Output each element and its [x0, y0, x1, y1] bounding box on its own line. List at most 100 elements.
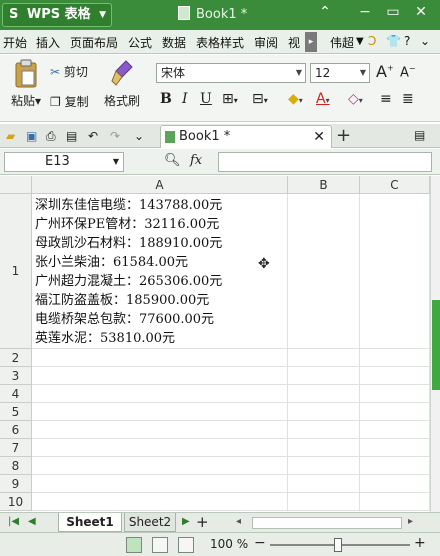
undo-icon[interactable]: ↶: [88, 129, 102, 143]
cell[interactable]: [360, 349, 430, 367]
menu-review[interactable]: 审阅: [254, 34, 278, 51]
chevron-down-icon[interactable]: ⌄: [134, 129, 148, 143]
cell[interactable]: [288, 439, 360, 457]
font-size-select[interactable]: 12 ▼: [310, 63, 370, 83]
row-header-10[interactable]: 10: [0, 493, 32, 511]
cell[interactable]: [32, 385, 288, 403]
cell-a1[interactable]: 深圳东佳信电缆：143788.00元 广州环保PE管材：32116.00元 母政…: [32, 194, 288, 349]
borders-icon[interactable]: ⊞▾: [222, 91, 238, 107]
grow-font-button[interactable]: A+: [376, 62, 394, 81]
cell[interactable]: [288, 493, 360, 511]
row-header-3[interactable]: 3: [0, 367, 32, 385]
menu-formulas[interactable]: 公式: [128, 34, 152, 51]
name-box[interactable]: E13 ▼: [4, 152, 124, 172]
menu-home[interactable]: 开始: [3, 34, 27, 51]
first-sheet-icon[interactable]: |◀: [8, 516, 19, 527]
ribbon-collapse-icon[interactable]: ⌃: [314, 4, 336, 20]
cell[interactable]: [288, 475, 360, 493]
copy-button[interactable]: ❐ 复制: [50, 93, 89, 110]
prev-sheet-icon[interactable]: ◀: [28, 516, 36, 527]
cell-c1[interactable]: [360, 194, 430, 349]
cell[interactable]: [360, 403, 430, 421]
menu-table-style[interactable]: 表格样式: [196, 34, 244, 51]
normal-view-icon[interactable]: [126, 537, 142, 553]
cell[interactable]: [360, 475, 430, 493]
zoom-out-icon[interactable]: −: [254, 535, 266, 551]
cell[interactable]: [32, 421, 288, 439]
row-header-4[interactable]: 4: [0, 385, 32, 403]
cell[interactable]: [360, 385, 430, 403]
bold-button[interactable]: B: [160, 91, 172, 107]
cell[interactable]: [360, 493, 430, 511]
sheet-tab-sheet1[interactable]: Sheet1: [58, 513, 122, 532]
maximize-button[interactable]: ▭: [382, 4, 404, 20]
insert-function-button[interactable]: fx: [190, 153, 202, 168]
menu-more-icon[interactable]: ▸: [305, 32, 317, 52]
minimize-button[interactable]: −: [354, 4, 376, 20]
tab-list-icon[interactable]: ▤: [414, 128, 425, 142]
align-left-icon[interactable]: ≡: [380, 91, 392, 107]
redo-icon[interactable]: ↷: [110, 129, 124, 143]
formula-input[interactable]: [218, 152, 432, 172]
cell[interactable]: [288, 385, 360, 403]
next-sheet-icon[interactable]: ▶: [182, 516, 190, 527]
print-preview-icon[interactable]: ▤: [66, 129, 80, 143]
menu-page-layout[interactable]: 页面布局: [70, 34, 118, 51]
row-header-2[interactable]: 2: [0, 349, 32, 367]
underline-button[interactable]: U: [200, 91, 212, 107]
sheet-tab-sheet2[interactable]: Sheet2: [124, 513, 176, 532]
column-header-b[interactable]: B: [288, 176, 360, 194]
cell[interactable]: [288, 367, 360, 385]
shirt-icon[interactable]: 👕: [386, 34, 401, 48]
column-header-a[interactable]: A: [32, 176, 288, 194]
menu-view[interactable]: 视: [288, 34, 300, 51]
format-painter-button[interactable]: 格式刷: [100, 59, 144, 109]
column-header-c[interactable]: C: [360, 176, 430, 194]
shrink-font-button[interactable]: A−: [400, 64, 416, 80]
horizontal-scrollbar[interactable]: [252, 517, 402, 529]
cell[interactable]: [32, 457, 288, 475]
cell[interactable]: [360, 439, 430, 457]
help-icon[interactable]: ?: [404, 34, 410, 48]
row-header-9[interactable]: 9: [0, 475, 32, 493]
italic-button[interactable]: I: [182, 91, 188, 107]
font-color-icon[interactable]: A▾: [316, 91, 330, 107]
paste-button[interactable]: 粘贴▾: [6, 59, 46, 109]
zoom-in-icon[interactable]: +: [414, 535, 426, 551]
cell[interactable]: [32, 367, 288, 385]
cell[interactable]: [32, 349, 288, 367]
close-tab-icon[interactable]: ✕: [313, 126, 325, 148]
cell[interactable]: [360, 457, 430, 475]
menu-data[interactable]: 数据: [162, 34, 186, 51]
vertical-scroll-thumb[interactable]: [432, 300, 440, 390]
cut-button[interactable]: ✂ 剪切: [50, 63, 88, 80]
fill-color-icon[interactable]: ◆▾: [288, 91, 303, 107]
page-break-view-icon[interactable]: [178, 537, 194, 553]
app-menu-button[interactable]: S WPS 表格 ▼: [2, 3, 112, 27]
user-name[interactable]: 伟超: [330, 34, 354, 51]
vertical-scrollbar[interactable]: [430, 176, 440, 512]
page-layout-view-icon[interactable]: [152, 537, 168, 553]
tab-book1[interactable]: Book1 * ✕: [160, 125, 332, 148]
chevron-down-icon[interactable]: ⌄: [420, 34, 430, 48]
zoom-slider-handle[interactable]: [334, 538, 342, 552]
close-button[interactable]: ✕: [410, 4, 432, 20]
font-name-select[interactable]: 宋体 ▼: [156, 63, 306, 83]
new-tab-button[interactable]: +: [336, 125, 351, 146]
row-header-7[interactable]: 7: [0, 439, 32, 457]
select-all-corner[interactable]: [0, 176, 32, 194]
scroll-left-icon[interactable]: ◂: [236, 516, 241, 527]
cell[interactable]: [32, 403, 288, 421]
cell[interactable]: [32, 475, 288, 493]
row-header-1[interactable]: 1: [0, 194, 32, 349]
cell[interactable]: [288, 421, 360, 439]
skin-icon[interactable]: Ↄ: [368, 34, 376, 48]
cell[interactable]: [360, 421, 430, 439]
scroll-right-icon[interactable]: ▸: [408, 516, 413, 527]
print-icon[interactable]: ⎙: [46, 129, 60, 143]
menu-insert[interactable]: 插入: [36, 34, 60, 51]
row-header-5[interactable]: 5: [0, 403, 32, 421]
cell-b1[interactable]: [288, 194, 360, 349]
cell[interactable]: [288, 349, 360, 367]
cell[interactable]: [288, 457, 360, 475]
